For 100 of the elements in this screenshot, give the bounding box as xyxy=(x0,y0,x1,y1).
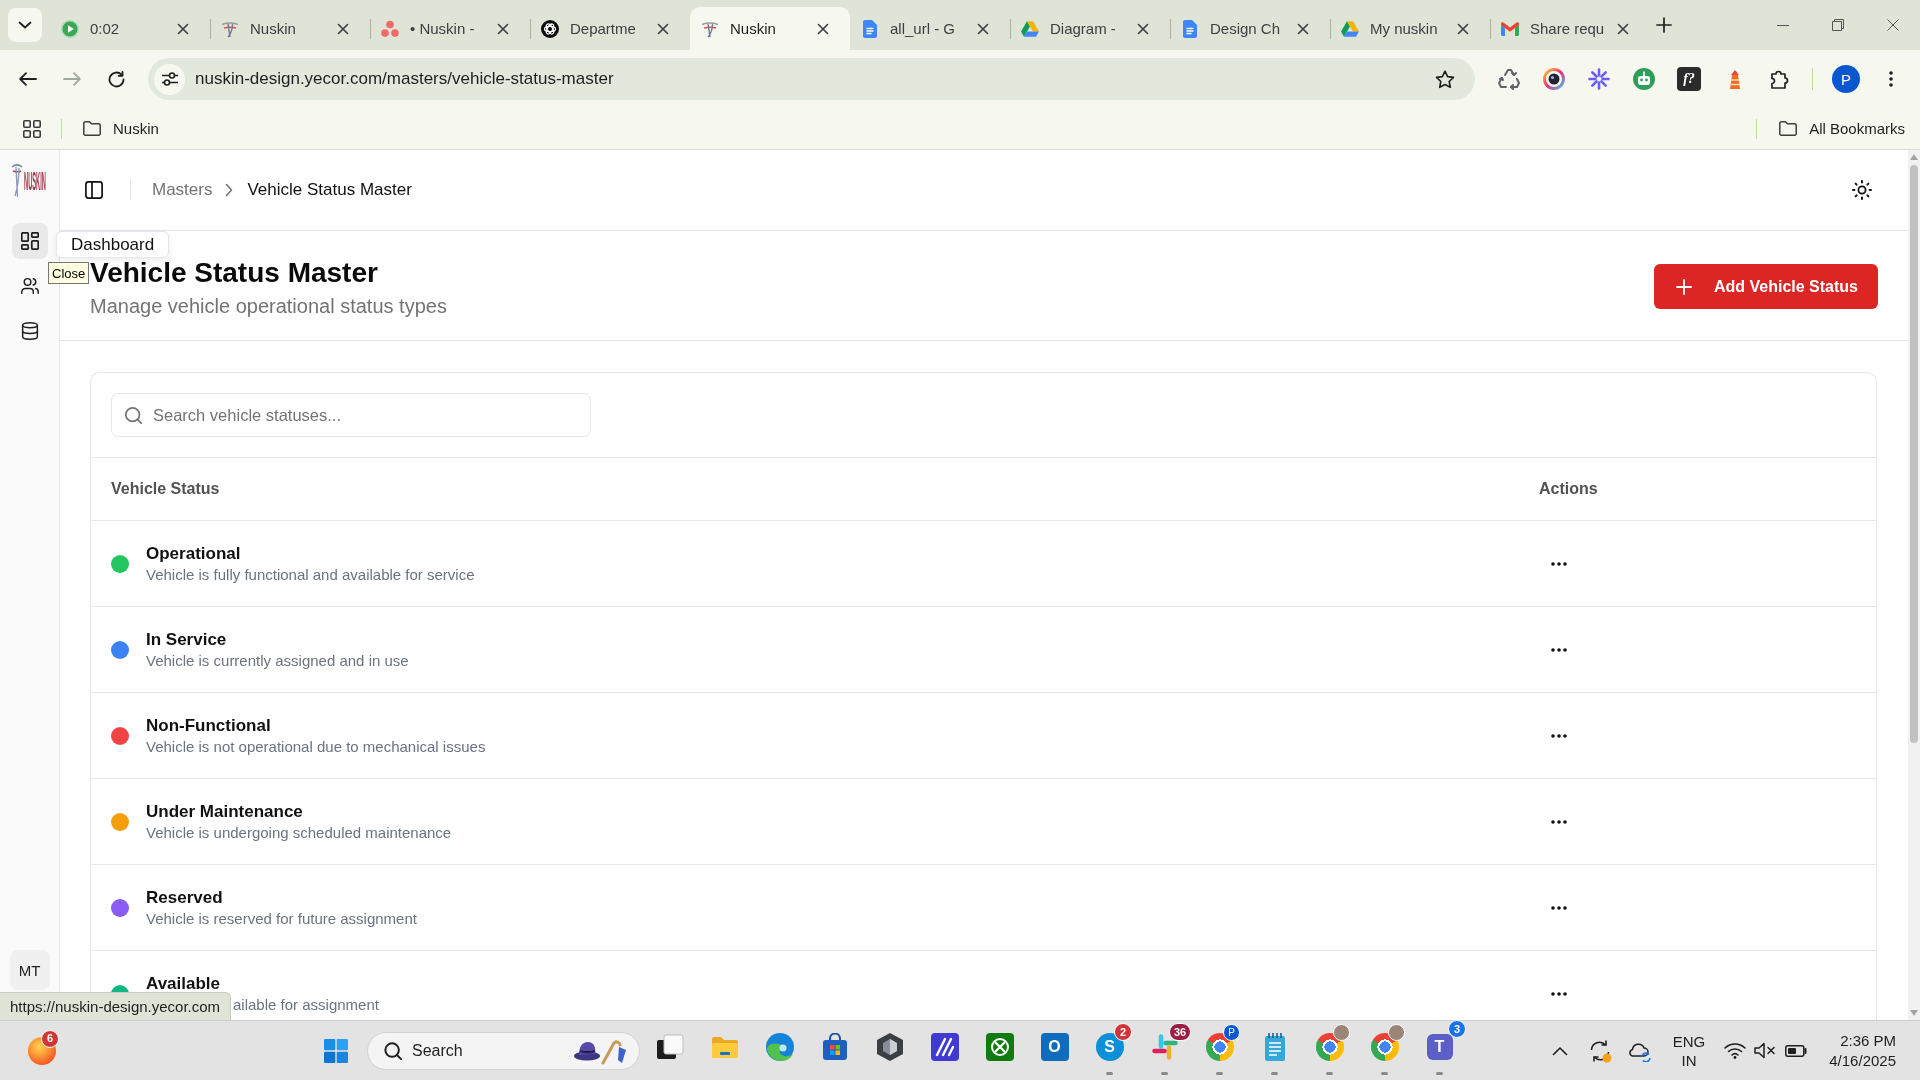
app-icon[interactable]: O xyxy=(1040,1032,1069,1061)
bookmark-button[interactable]: All Bookmarks xyxy=(1773,113,1911,144)
browser-tab[interactable]: Design Ch xyxy=(1170,7,1330,50)
breadcrumb-current: Vehicle Status Master xyxy=(247,180,412,200)
link-status-bubble: https://nuskin-design.yecor.com xyxy=(0,992,232,1020)
browser-icon[interactable] xyxy=(1315,1032,1344,1061)
region-code[interactable]: IN xyxy=(1681,1050,1697,1070)
close-icon[interactable] xyxy=(337,22,349,35)
tab-search-button[interactable] xyxy=(8,8,42,42)
close-icon[interactable] xyxy=(177,22,189,35)
close-icon[interactable] xyxy=(1617,22,1629,35)
browser-tab[interactable]: • Nuskin - xyxy=(370,7,530,50)
close-icon[interactable] xyxy=(817,22,829,35)
browser-icon[interactable] xyxy=(765,1032,794,1061)
recycle-icon[interactable] xyxy=(1498,68,1520,90)
app-icon[interactable]: T xyxy=(1426,1033,1453,1060)
knot-logo-icon xyxy=(541,19,559,38)
status-name: Reserved xyxy=(146,886,223,909)
dashboard-icon xyxy=(20,232,39,250)
browser-icon[interactable] xyxy=(1370,1032,1399,1061)
notification-badge: 6 xyxy=(41,1029,59,1048)
chevron-up-icon[interactable] xyxy=(1552,1045,1568,1056)
close-icon[interactable] xyxy=(497,22,509,35)
envelope-logo-icon xyxy=(1501,19,1519,38)
add-button[interactable]: Add Vehicle Status xyxy=(1653,264,1878,309)
speaker-muted-icon[interactable] xyxy=(1754,1042,1776,1059)
triangle-logo-icon xyxy=(1021,19,1039,38)
back-icon[interactable] xyxy=(19,72,37,86)
profile-avatar[interactable]: P xyxy=(1832,65,1860,93)
reload-icon[interactable] xyxy=(108,70,125,88)
clock-time[interactable]: 2:36 PM xyxy=(1840,1030,1896,1051)
browser-tab[interactable]: Nuskin xyxy=(210,7,370,50)
sun-icon[interactable] xyxy=(1852,180,1872,200)
close-icon[interactable] xyxy=(1457,22,1469,35)
close-icon[interactable] xyxy=(1297,22,1309,35)
sparkle-icon[interactable] xyxy=(1588,68,1610,90)
sidebar-toggle-icon[interactable] xyxy=(85,181,103,199)
robot-icon[interactable] xyxy=(1633,68,1655,90)
clock-date[interactable]: 4/16/2025 xyxy=(1829,1050,1896,1071)
more-icon[interactable] xyxy=(1551,561,1567,566)
extension-button[interactable]: f? xyxy=(1677,67,1701,91)
scrollbar[interactable] xyxy=(1908,150,1920,1020)
notification-badge: 36 xyxy=(1169,1023,1192,1041)
more-icon[interactable] xyxy=(1551,647,1567,652)
battery-icon[interactable] xyxy=(1785,1044,1807,1057)
status-name: Non-Functional xyxy=(146,714,271,737)
browser-tab[interactable]: Departme xyxy=(530,7,690,50)
wifi-icon[interactable] xyxy=(1724,1042,1746,1059)
database-icon xyxy=(20,322,39,340)
browser-tab[interactable]: Nuskin xyxy=(690,7,850,50)
sidebar-item[interactable] xyxy=(11,223,48,259)
browser-tab[interactable]: 0:02 xyxy=(50,7,210,50)
search-box[interactable]: Search xyxy=(367,1031,640,1070)
restore-icon[interactable] xyxy=(1831,19,1844,31)
browser-tab[interactable]: all_url - G xyxy=(850,7,1010,50)
bookmark-button[interactable]: Nuskin xyxy=(77,113,165,144)
site-info-button[interactable] xyxy=(154,63,185,95)
apps-grid-icon[interactable] xyxy=(23,119,41,138)
puzzle-icon[interactable] xyxy=(1769,68,1791,90)
close-icon[interactable] xyxy=(977,22,989,35)
store-bag-icon[interactable] xyxy=(820,1032,849,1061)
triangle-logo-icon xyxy=(1341,19,1359,38)
camera-lens-icon[interactable] xyxy=(1543,68,1565,90)
status-description: ailable for assignment xyxy=(233,995,379,1015)
sync-icon[interactable] xyxy=(1588,1038,1612,1063)
avatar-icon xyxy=(1388,1024,1405,1041)
browser-tab[interactable]: Share requ xyxy=(1490,7,1650,50)
more-icon[interactable] xyxy=(1551,992,1567,996)
task-view-icon[interactable] xyxy=(655,1032,684,1061)
more-icon[interactable] xyxy=(1551,733,1567,738)
search-field[interactable]: Search vehicle statuses... xyxy=(111,393,591,437)
star-icon[interactable] xyxy=(1435,69,1455,89)
breadcrumb-link[interactable]: Masters xyxy=(152,180,213,200)
start-icon[interactable] xyxy=(324,1038,348,1063)
close-icon[interactable] xyxy=(657,22,669,35)
close-icon[interactable] xyxy=(1137,22,1149,35)
x-circle-tile-icon[interactable] xyxy=(985,1032,1014,1061)
users-icon xyxy=(20,277,39,295)
folder-icon xyxy=(83,121,101,136)
plus-icon[interactable] xyxy=(1656,17,1672,33)
browser-tab[interactable]: My nuskin xyxy=(1330,7,1490,50)
address-bar[interactable]: nuskin-design.yecor.com/masters/vehicle-status-master xyxy=(148,58,1475,100)
menu-icon[interactable] xyxy=(1889,71,1893,87)
logo: NUSKIN xyxy=(10,161,49,201)
more-icon[interactable] xyxy=(1551,905,1567,910)
status-description: Vehicle is reserved for future assignment xyxy=(146,908,417,929)
language-code[interactable]: ENG xyxy=(1672,1031,1706,1051)
hexagon-icon[interactable] xyxy=(875,1032,904,1061)
caret-down-icon xyxy=(18,21,32,29)
user-avatar[interactable]: MT xyxy=(9,950,50,990)
status-description: Vehicle is fully functional and available for service xyxy=(146,564,475,585)
slashes-tile-icon[interactable] xyxy=(930,1032,959,1061)
more-icon[interactable] xyxy=(1551,819,1567,824)
document-icon xyxy=(863,19,877,38)
minimize-icon[interactable] xyxy=(1776,24,1789,26)
browser-tab[interactable]: Diagram - xyxy=(1010,7,1170,50)
close-icon[interactable] xyxy=(1886,19,1899,31)
scroll-thumb[interactable] xyxy=(1910,165,1918,743)
logo-icon xyxy=(221,19,239,38)
search-icon xyxy=(384,1041,402,1060)
